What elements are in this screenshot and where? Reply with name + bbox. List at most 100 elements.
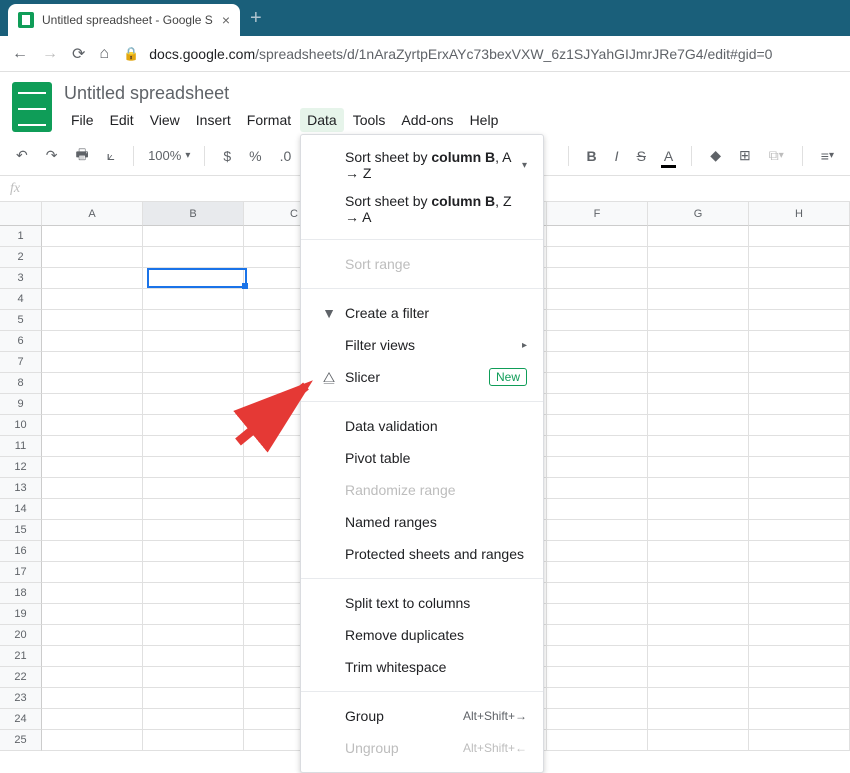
cell[interactable] (547, 646, 648, 667)
cell[interactable] (648, 310, 749, 331)
cell[interactable] (749, 646, 850, 667)
home-icon[interactable]: ⌂ (99, 45, 109, 63)
cell[interactable] (547, 625, 648, 646)
row-header[interactable]: 22 (0, 667, 42, 688)
reload-icon[interactable]: ⟳ (72, 44, 85, 64)
cell[interactable] (749, 310, 850, 331)
cell[interactable] (42, 688, 143, 709)
cell[interactable] (648, 688, 749, 709)
cell[interactable] (547, 583, 648, 604)
column-header[interactable]: B (143, 202, 244, 226)
cell[interactable] (648, 436, 749, 457)
menu-filter-views[interactable]: Filter views ▸ (301, 329, 543, 361)
cell[interactable] (547, 436, 648, 457)
cell[interactable] (42, 625, 143, 646)
row-header[interactable]: 19 (0, 604, 42, 625)
cell[interactable] (42, 247, 143, 268)
cell[interactable] (547, 604, 648, 625)
cell[interactable] (143, 415, 244, 436)
cell[interactable] (143, 247, 244, 268)
menu-view[interactable]: View (143, 108, 187, 132)
column-header[interactable]: F (547, 202, 648, 226)
row-header[interactable]: 16 (0, 541, 42, 562)
cell[interactable] (143, 541, 244, 562)
menu-group[interactable]: Group Alt+Shift+→ (301, 700, 543, 732)
cell[interactable] (143, 688, 244, 709)
cell[interactable] (749, 373, 850, 394)
row-header[interactable]: 14 (0, 499, 42, 520)
cell[interactable] (143, 478, 244, 499)
cell[interactable] (143, 268, 244, 289)
cell[interactable] (143, 373, 244, 394)
cell[interactable] (749, 457, 850, 478)
close-tab-icon[interactable]: × (222, 12, 230, 28)
cell[interactable] (547, 541, 648, 562)
strike-button[interactable]: S (633, 146, 650, 166)
row-header[interactable]: 5 (0, 310, 42, 331)
format-decimal-button[interactable]: .0 (276, 146, 296, 166)
cell[interactable] (547, 457, 648, 478)
cell[interactable] (143, 646, 244, 667)
cell[interactable] (143, 520, 244, 541)
cell[interactable] (749, 730, 850, 751)
cell[interactable] (143, 457, 244, 478)
bold-button[interactable]: B (583, 146, 601, 166)
row-header[interactable]: 25 (0, 730, 42, 751)
menu-format[interactable]: Format (240, 108, 298, 132)
menu-insert[interactable]: Insert (189, 108, 238, 132)
cell[interactable] (143, 604, 244, 625)
menu-pivot-table[interactable]: Pivot table (301, 442, 543, 474)
cell[interactable] (42, 415, 143, 436)
cell[interactable] (42, 226, 143, 247)
menu-slicer[interactable]: ⧋ Slicer New (301, 361, 543, 393)
cell[interactable] (648, 289, 749, 310)
cell[interactable] (749, 625, 850, 646)
row-header[interactable]: 18 (0, 583, 42, 604)
menu-trim-whitespace[interactable]: Trim whitespace (301, 651, 543, 683)
cell[interactable] (42, 541, 143, 562)
cell[interactable] (547, 709, 648, 730)
cell[interactable] (749, 499, 850, 520)
cell[interactable] (749, 688, 850, 709)
menu-protected-sheets[interactable]: Protected sheets and ranges (301, 538, 543, 570)
browser-tab[interactable]: Untitled spreadsheet - Google S × (8, 4, 240, 36)
cell[interactable] (648, 331, 749, 352)
cell[interactable] (749, 394, 850, 415)
menu-named-ranges[interactable]: Named ranges (301, 506, 543, 538)
row-header[interactable]: 13 (0, 478, 42, 499)
back-icon[interactable]: ← (12, 45, 28, 63)
cell[interactable] (143, 730, 244, 751)
cell[interactable] (42, 730, 143, 751)
menu-help[interactable]: Help (463, 108, 506, 132)
cell[interactable] (42, 646, 143, 667)
cell[interactable] (749, 226, 850, 247)
text-color-button[interactable]: A (660, 146, 677, 166)
row-header[interactable]: 21 (0, 646, 42, 667)
column-header[interactable]: A (42, 202, 143, 226)
row-header[interactable]: 1 (0, 226, 42, 247)
cell[interactable] (42, 373, 143, 394)
cell[interactable] (42, 520, 143, 541)
cell[interactable] (648, 457, 749, 478)
cell[interactable] (42, 352, 143, 373)
cell[interactable] (648, 415, 749, 436)
cell[interactable] (749, 520, 850, 541)
cell[interactable] (143, 226, 244, 247)
cell[interactable] (42, 709, 143, 730)
menu-split-text[interactable]: Split text to columns (301, 587, 543, 619)
cell[interactable] (547, 268, 648, 289)
cell[interactable] (42, 436, 143, 457)
cell[interactable] (143, 310, 244, 331)
cell[interactable] (648, 541, 749, 562)
cell[interactable] (648, 226, 749, 247)
cell[interactable] (547, 226, 648, 247)
menu-remove-duplicates[interactable]: Remove duplicates (301, 619, 543, 651)
cell[interactable] (547, 247, 648, 268)
cell[interactable] (143, 436, 244, 457)
menu-addons[interactable]: Add-ons (394, 108, 460, 132)
cell[interactable] (749, 352, 850, 373)
cell[interactable] (42, 499, 143, 520)
cell[interactable] (749, 667, 850, 688)
cell[interactable] (42, 331, 143, 352)
cell[interactable] (547, 562, 648, 583)
